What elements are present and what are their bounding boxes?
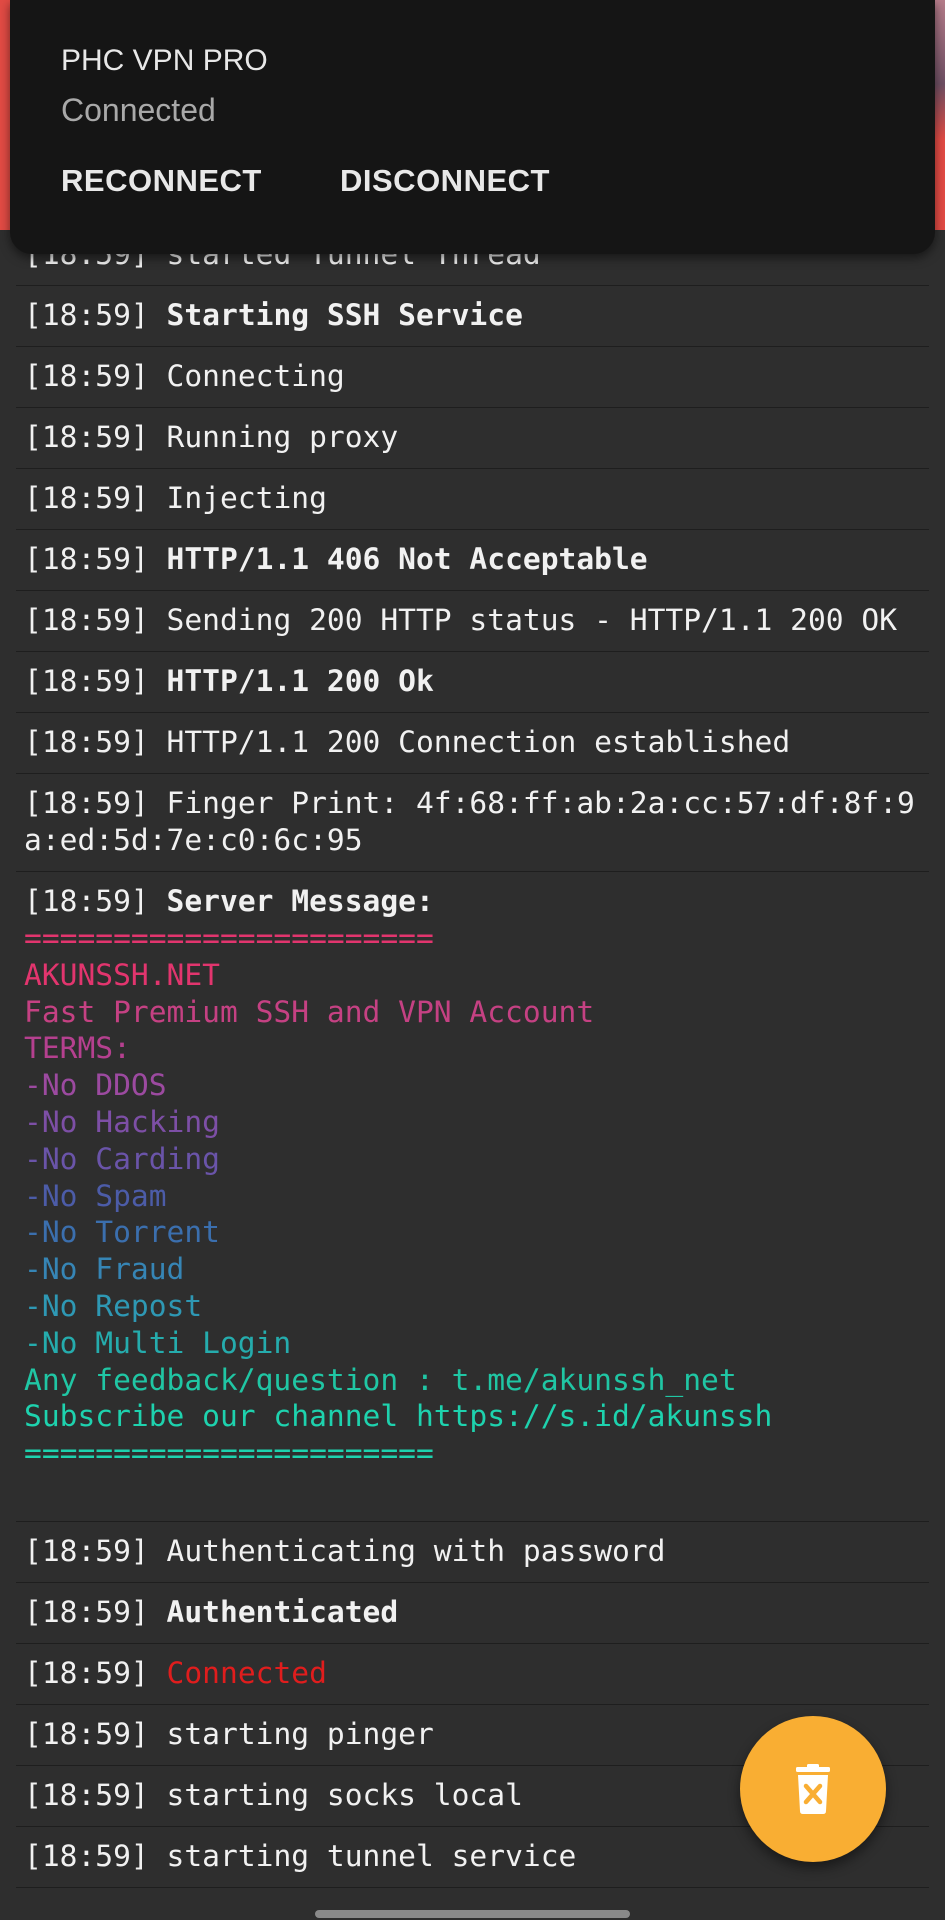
log-row: [18:59] Connecting <box>16 347 929 408</box>
log-message: starting pinger <box>166 1716 434 1751</box>
log-time: [18:59] <box>24 1655 149 1690</box>
server-message-line <box>24 1472 921 1509</box>
log-message: HTTP/1.1 406 Not Acceptable <box>166 542 648 576</box>
log-row: [18:59] Injecting <box>16 469 929 530</box>
reconnect-button[interactable]: RECONNECT <box>61 163 262 199</box>
log-message: Sending 200 HTTP status - HTTP/1.1 200 O… <box>166 603 898 637</box>
server-message-line: -No Multi Login <box>24 1325 292 1360</box>
server-message-line: -No Carding <box>24 1141 220 1176</box>
log-time: [18:59] <box>24 603 149 637</box>
home-indicator[interactable] <box>315 1910 630 1918</box>
log-time: [18:59] <box>24 1533 149 1568</box>
server-message-line: -No Torrent <box>24 1215 220 1250</box>
server-message-line: ======================= <box>24 921 434 955</box>
log-row: [18:59] HTTP/1.1 200 Ok <box>16 652 929 713</box>
log-message: Connecting <box>166 359 345 393</box>
log-row: [18:59] Authenticating with password <box>16 1522 929 1583</box>
log-time: [18:59] <box>24 1594 149 1629</box>
server-message-line: AKUNSSH.NET <box>24 957 220 992</box>
server-message-line: -No Fraud <box>24 1252 185 1287</box>
notification-app-title: PHC VPN PRO <box>61 44 268 77</box>
vpn-notification[interactable]: PHC VPN PRO Connected RECONNECT DISCONNE… <box>10 0 935 254</box>
server-message-line: -No Hacking <box>24 1104 220 1139</box>
log-row: [18:59] Starting SSH Service <box>16 286 929 347</box>
server-message-line: Fast Premium SSH and VPN Account <box>24 994 595 1029</box>
log-message: Injecting <box>166 481 327 515</box>
log-time: [18:59] <box>24 1777 149 1812</box>
log-message: Authenticated <box>166 1594 399 1629</box>
log-row: [18:59] Connected <box>16 1644 929 1705</box>
log-message: HTTP/1.1 200 Connection established <box>166 725 791 759</box>
log-message: Starting SSH Service <box>166 298 523 332</box>
log-message: starting socks local <box>166 1777 523 1812</box>
server-message-line: -No DDOS <box>24 1068 167 1103</box>
log-time: [18:59] <box>24 664 149 698</box>
server-message-line: Any feedback/question : t.me/akunssh_net <box>24 1362 737 1397</box>
log-time: [18:59] <box>24 481 149 515</box>
server-message-line: TERMS: <box>24 1031 131 1066</box>
log-time: [18:59] <box>24 298 149 332</box>
log-row: [18:59] HTTP/1.1 200 Connection establis… <box>16 713 929 774</box>
delete-icon <box>796 1764 830 1814</box>
log-time: [18:59] <box>24 725 149 759</box>
log-message: starting tunnel service <box>166 1838 577 1873</box>
server-message-line: ======================= <box>24 1436 434 1471</box>
log-row: [18:59] Sending 200 HTTP status - HTTP/1… <box>16 591 929 652</box>
log-row: [18:59] Finger Print: 4f:68:ff:ab:2a:cc:… <box>16 774 929 872</box>
log-row: [18:59] Authenticated <box>16 1583 929 1644</box>
log-message: Server Message: <box>166 884 434 918</box>
log-time: [18:59] <box>24 359 149 393</box>
log-message: Running proxy <box>166 420 399 454</box>
server-message: ======================= AKUNSSH.NET Fast P… <box>24 920 921 1509</box>
log-time: [18:59] <box>24 1838 149 1873</box>
disconnect-button[interactable]: DISCONNECT <box>340 163 550 199</box>
clear-log-button[interactable] <box>740 1716 886 1862</box>
log-message: HTTP/1.1 200 Ok <box>166 664 434 698</box>
log-row: [18:59] Server Message: =================… <box>16 872 929 1522</box>
server-message-line: -No Repost <box>24 1288 203 1323</box>
connection-log[interactable]: [18:59] started Tunnel Thread [18:59] Sta… <box>16 236 929 1888</box>
log-message: Finger Print: 4f:68:ff:ab:2a:cc:57:df:8f… <box>24 786 915 857</box>
log-message: Connected <box>166 1655 327 1690</box>
log-time: [18:59] <box>24 786 149 820</box>
log-time: [18:59] <box>24 1716 149 1751</box>
log-time: [18:59] <box>24 542 149 576</box>
notification-status: Connected <box>61 92 216 128</box>
log-time: [18:59] <box>24 420 149 454</box>
server-message-line: -No Spam <box>24 1178 167 1213</box>
log-message: Authenticating with password <box>166 1533 666 1568</box>
log-time: [18:59] <box>24 884 149 918</box>
server-message-line: Subscribe our channel https://s.id/akuns… <box>24 1399 773 1434</box>
log-row: [18:59] HTTP/1.1 406 Not Acceptable <box>16 530 929 591</box>
log-row: [18:59] Running proxy <box>16 408 929 469</box>
